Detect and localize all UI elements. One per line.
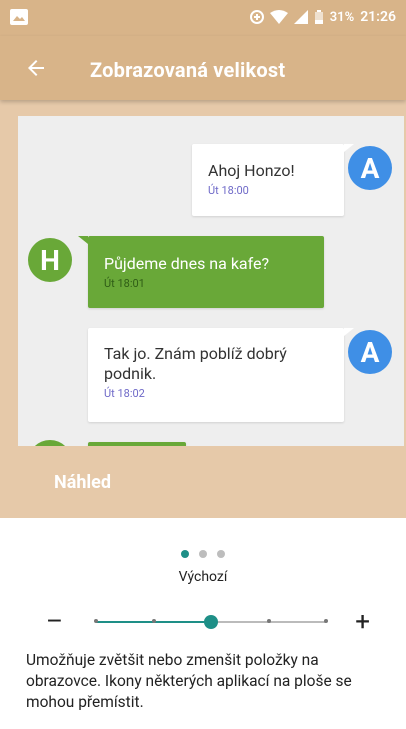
status-bar: 31% 21:26 [0, 0, 406, 36]
preview-frame: Ahoj Honzo! Út 18:00 A H Půjdeme dnes na… [0, 100, 406, 518]
signal-icon [293, 10, 308, 24]
gallery-notification-icon [10, 9, 28, 25]
message-time: Út 18:00 [208, 184, 249, 197]
decrease-size-button[interactable]: – [46, 607, 63, 637]
avatar: A [348, 330, 392, 374]
message-time: Út 18:02 [104, 387, 145, 400]
chat-bubble: Tak jo. Znám poblíž dobrý podnik. Út 18:… [88, 328, 354, 422]
page-dot[interactable] [199, 550, 207, 558]
chat-bubble-partial [88, 442, 186, 446]
clock: 21:26 [360, 9, 396, 25]
message-text: Ahoj Honzo! [208, 161, 295, 180]
slider-tick [151, 619, 156, 623]
size-level-label: Výchozí [178, 569, 228, 585]
bubble-tail [344, 144, 354, 152]
page-indicator [0, 550, 406, 558]
bubble-tail [344, 328, 354, 336]
message-time: Út 18:01 [104, 277, 145, 290]
slider-tick [266, 619, 271, 623]
page-dot[interactable] [217, 550, 225, 558]
size-slider-row: – + [0, 607, 406, 637]
page-title: Zobrazovaná velikost [90, 58, 286, 82]
bubble-tail [78, 236, 88, 244]
page-dot-active[interactable] [181, 550, 189, 558]
back-arrow-icon[interactable] [24, 56, 48, 80]
wifi-icon [269, 10, 288, 24]
data-saver-icon [249, 10, 264, 24]
slider-thumb[interactable] [204, 615, 218, 629]
status-right: 31% 21:26 [249, 9, 396, 25]
avatar: A [348, 146, 392, 190]
avatar: H [28, 238, 72, 282]
app-bar: Zobrazovaná velikost [0, 36, 406, 100]
increase-size-button[interactable]: + [355, 607, 370, 637]
battery-percent: 31% [329, 9, 355, 25]
chat-bubble: Půjdeme dnes na kafe? Út 18:01 [78, 236, 324, 308]
slider-tick [324, 619, 328, 623]
description-text: Umožňuje zvětšit nebo zmenšit položky na… [26, 651, 352, 711]
message-text: Půjdeme dnes na kafe? [104, 254, 270, 273]
avatar-partial [28, 440, 72, 446]
chat-bubble: Ahoj Honzo! Út 18:00 [192, 144, 354, 216]
slider-tick [94, 619, 98, 623]
size-slider[interactable] [94, 615, 328, 629]
message-text: Tak jo. Znám poblíž dobrý podnik. [104, 344, 287, 383]
chat-preview: Ahoj Honzo! Út 18:00 A H Půjdeme dnes na… [18, 116, 404, 446]
battery-icon [314, 10, 323, 24]
preview-label: Náhled [54, 472, 112, 493]
